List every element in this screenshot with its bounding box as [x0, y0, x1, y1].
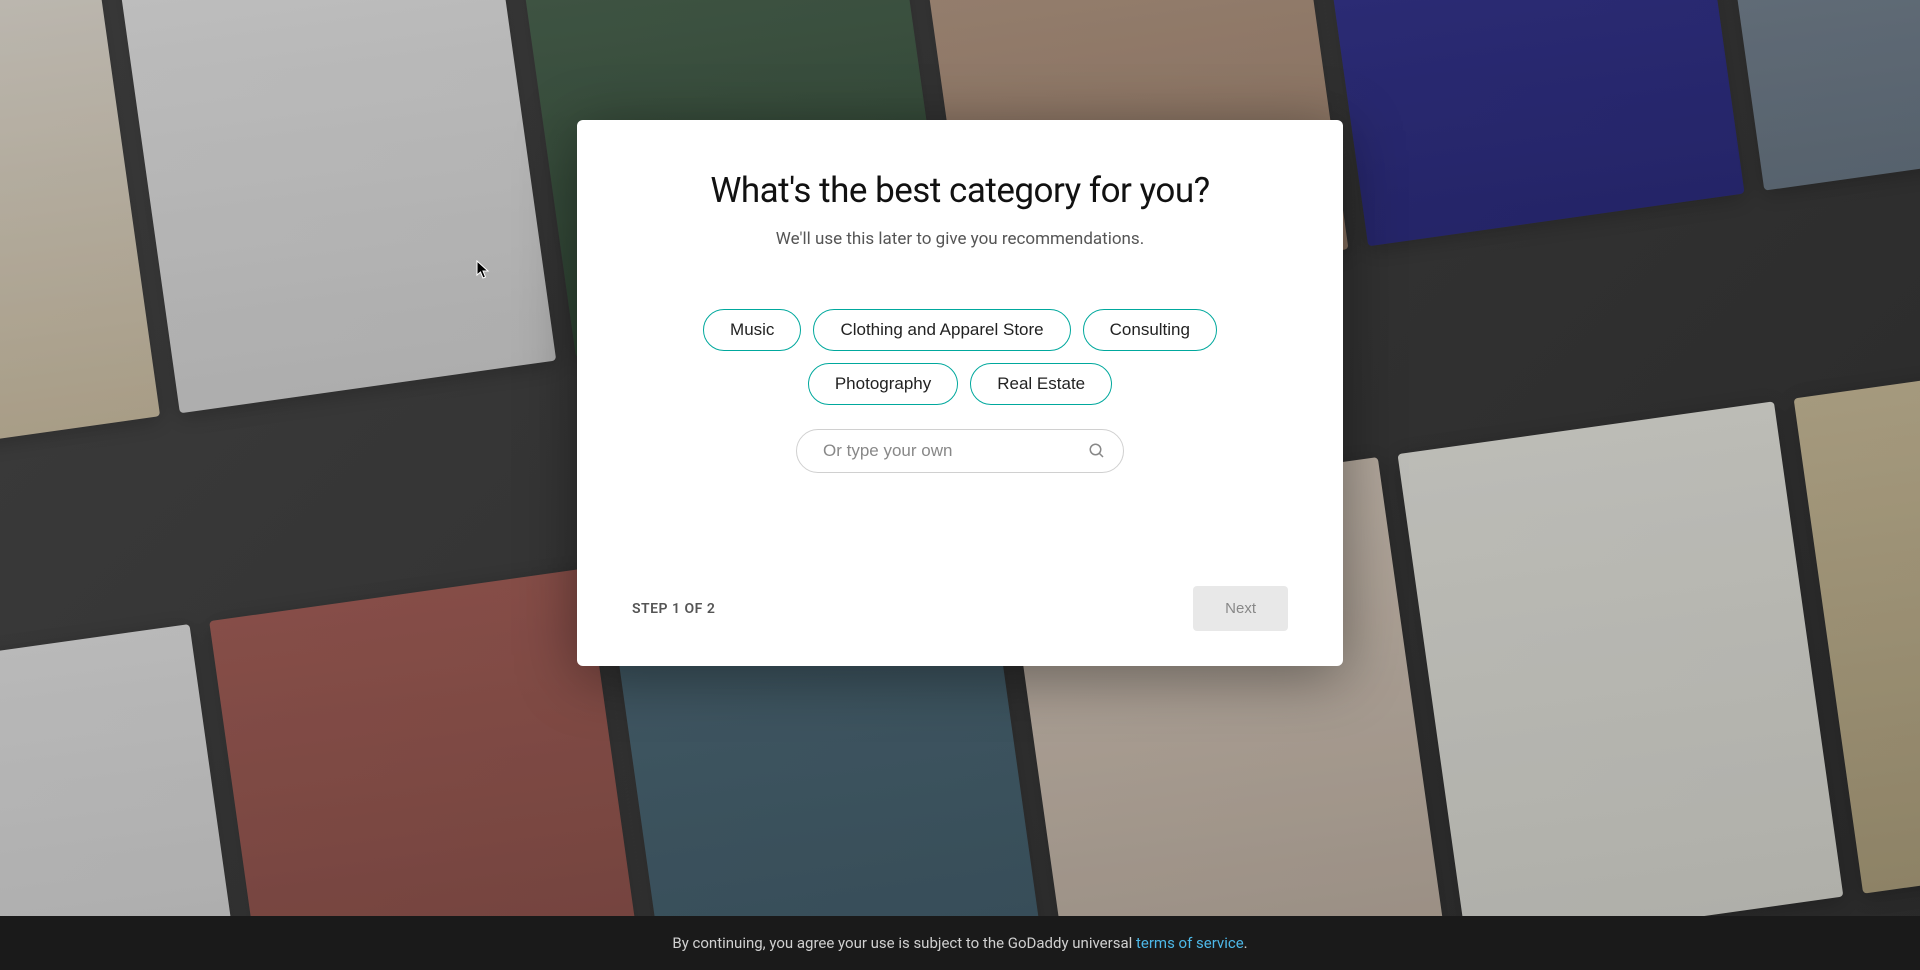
terms-footer: By continuing, you agree your use is sub… — [0, 916, 1920, 970]
template-thumbnail — [110, 0, 556, 413]
category-selection-modal: What's the best category for you? We'll … — [577, 120, 1343, 666]
category-search-input[interactable] — [796, 429, 1124, 473]
template-thumbnail — [1397, 401, 1843, 949]
modal-footer: STEP 1 OF 2 Next — [632, 586, 1288, 631]
terms-prefix: By continuing, you agree your use is sub… — [672, 934, 1136, 952]
category-chip-consulting[interactable]: Consulting — [1083, 309, 1217, 351]
search-wrapper — [632, 429, 1288, 473]
category-chip-real-estate[interactable]: Real Estate — [970, 363, 1112, 405]
step-indicator: STEP 1 OF 2 — [632, 601, 715, 617]
modal-subtitle: We'll use this later to give you recomme… — [632, 229, 1288, 249]
template-thumbnail — [1299, 0, 1745, 246]
category-chip-photography[interactable]: Photography — [808, 363, 958, 405]
next-button[interactable]: Next — [1193, 586, 1288, 631]
category-chip-music[interactable]: Music — [703, 309, 801, 351]
category-chip-clothing[interactable]: Clothing and Apparel Store — [813, 309, 1070, 351]
category-chips-row-1: Music Clothing and Apparel Store Consult… — [632, 309, 1288, 351]
search-box — [796, 429, 1124, 473]
terms-of-service-link[interactable]: terms of service — [1136, 934, 1244, 952]
modal-title: What's the best category for you? — [632, 170, 1288, 211]
search-icon — [1088, 442, 1106, 460]
terms-suffix: . — [1244, 934, 1248, 952]
category-chips-row-2: Photography Real Estate — [632, 363, 1288, 405]
